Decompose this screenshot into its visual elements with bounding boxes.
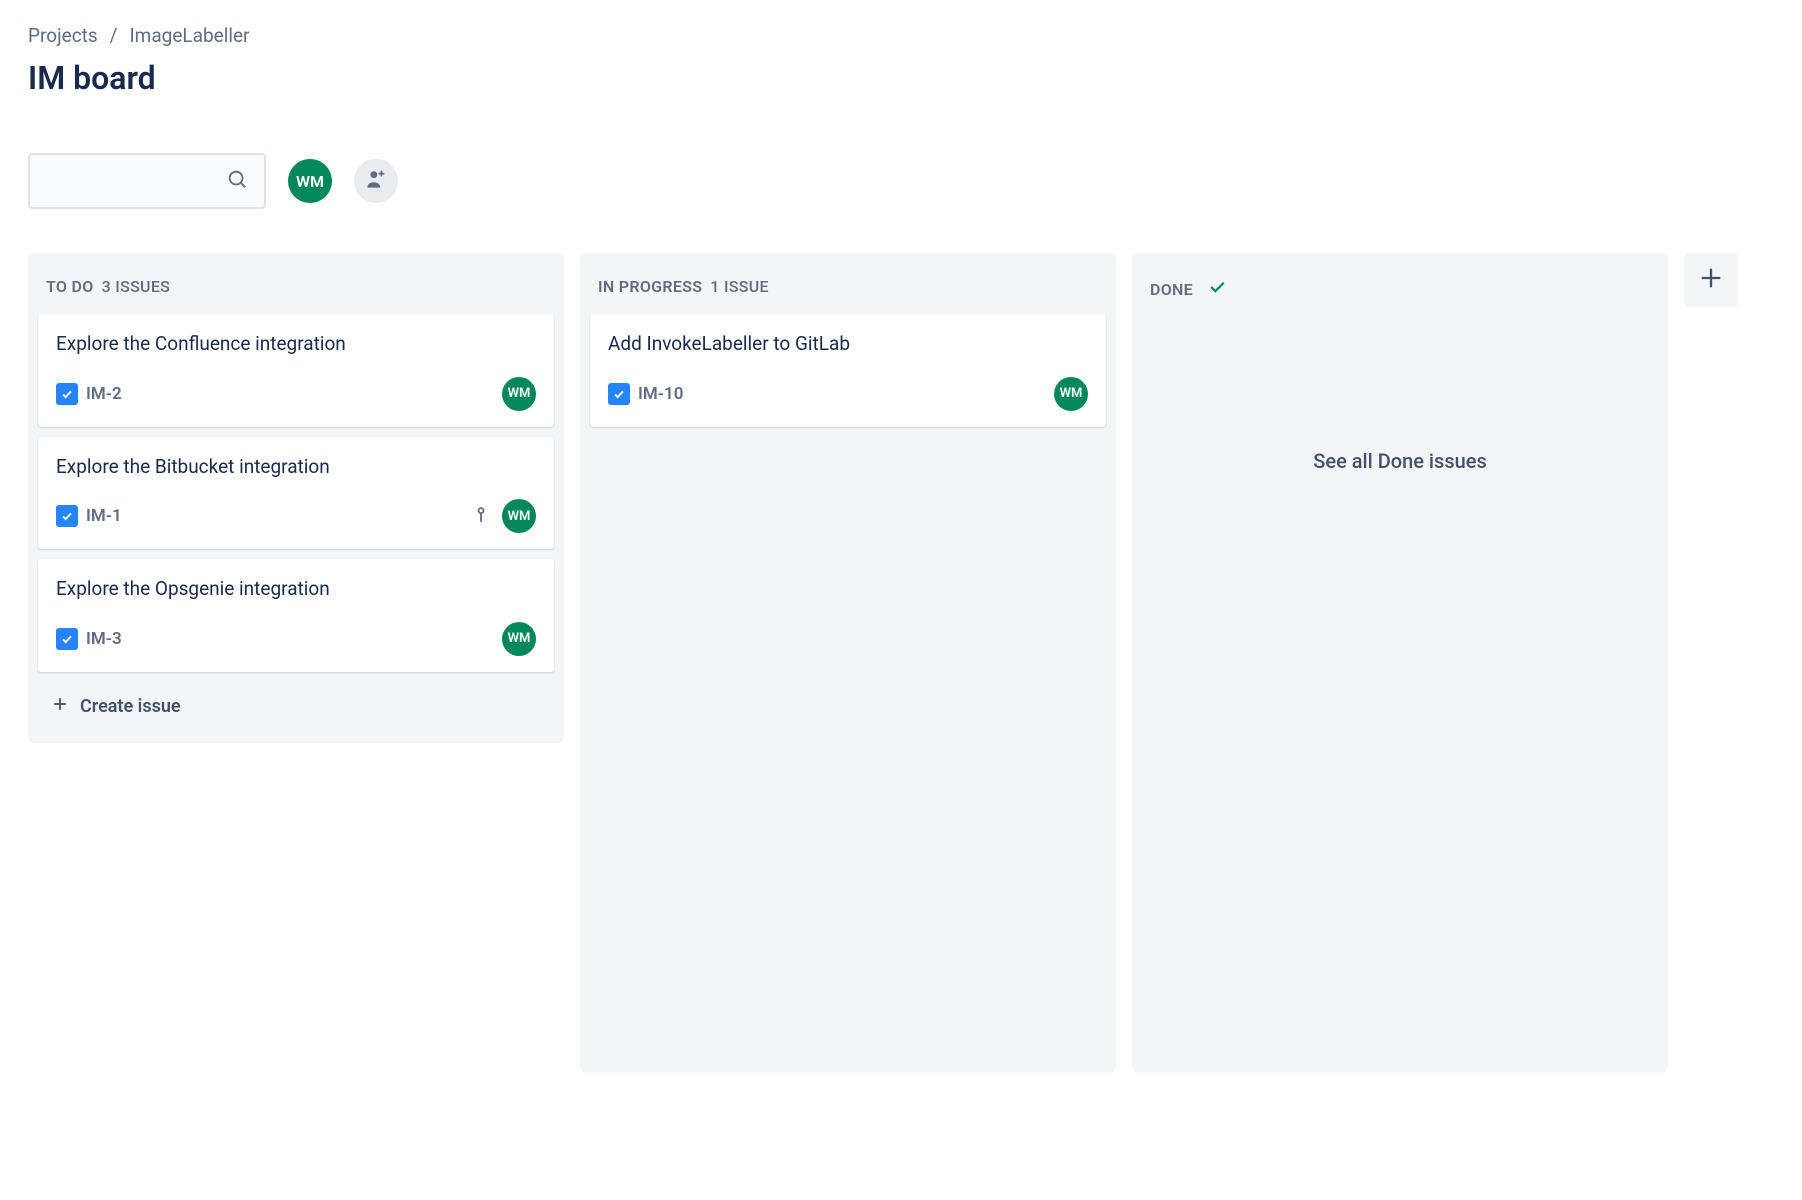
breadcrumb: Projects / ImageLabeller: [28, 24, 1774, 47]
create-issue-label: Create issue: [80, 696, 181, 717]
issue-key: IM-1: [86, 506, 122, 526]
plus-icon: [1697, 264, 1725, 296]
issue-key: IM-2: [86, 384, 122, 404]
issue-key: IM-10: [638, 384, 683, 404]
column-count: 1 ISSUE: [710, 277, 769, 296]
column-name: IN PROGRESS: [598, 277, 702, 296]
breadcrumb-separator: /: [110, 24, 118, 47]
issue-card[interactable]: Explore the Opsgenie integration IM-3 WM: [38, 559, 554, 672]
create-issue-button[interactable]: Create issue: [36, 682, 556, 731]
task-icon: [56, 505, 78, 527]
kanban-board: TO DO 3 ISSUES Explore the Confluence in…: [28, 253, 1774, 1073]
column-todo: TO DO 3 ISSUES Explore the Confluence in…: [28, 253, 564, 743]
user-avatar[interactable]: WM: [288, 159, 332, 203]
assignee-avatar[interactable]: WM: [502, 622, 536, 656]
breadcrumb-project[interactable]: ImageLabeller: [130, 24, 250, 47]
add-column-button[interactable]: [1684, 253, 1738, 307]
breadcrumb-root[interactable]: Projects: [28, 24, 98, 47]
assignee-avatar[interactable]: WM: [502, 499, 536, 533]
task-icon: [56, 383, 78, 405]
column-count: 3 ISSUES: [102, 277, 171, 296]
search-input[interactable]: [28, 153, 266, 209]
see-all-done-link[interactable]: See all Done issues: [1140, 319, 1660, 893]
add-person-button[interactable]: [354, 159, 398, 203]
issue-card[interactable]: Add InvokeLabeller to GitLab IM-10 WM: [590, 314, 1106, 427]
task-icon: [608, 383, 630, 405]
issue-card[interactable]: Explore the Confluence integration IM-2 …: [38, 314, 554, 427]
toolbar: WM: [28, 153, 1774, 209]
column-name: TO DO: [46, 277, 94, 296]
issue-card[interactable]: Explore the Bitbucket integration IM-1 W…: [38, 437, 554, 550]
assignee-avatar[interactable]: WM: [1054, 377, 1088, 411]
column-header-todo[interactable]: TO DO 3 ISSUES: [36, 269, 556, 314]
search-icon: [226, 168, 248, 194]
column-name: DONE: [1150, 280, 1193, 299]
priority-icon: [472, 505, 490, 527]
column-done: DONE See all Done issues: [1132, 253, 1668, 1073]
column-header-in-progress[interactable]: IN PROGRESS 1 ISSUE: [588, 269, 1108, 314]
page-title: IM board: [28, 59, 1774, 97]
check-icon: [1207, 277, 1227, 301]
issue-key: IM-3: [86, 629, 122, 649]
column-in-progress: IN PROGRESS 1 ISSUE Add InvokeLabeller t…: [580, 253, 1116, 1073]
card-title: Explore the Opsgenie integration: [56, 575, 430, 604]
card-title: Add InvokeLabeller to GitLab: [608, 330, 1088, 359]
add-person-icon: [363, 166, 389, 196]
plus-icon: [50, 694, 70, 719]
assignee-avatar[interactable]: WM: [502, 377, 536, 411]
card-title: Explore the Confluence integration: [56, 330, 430, 359]
card-title: Explore the Bitbucket integration: [56, 453, 430, 482]
column-header-done[interactable]: DONE: [1140, 269, 1660, 319]
task-icon: [56, 628, 78, 650]
